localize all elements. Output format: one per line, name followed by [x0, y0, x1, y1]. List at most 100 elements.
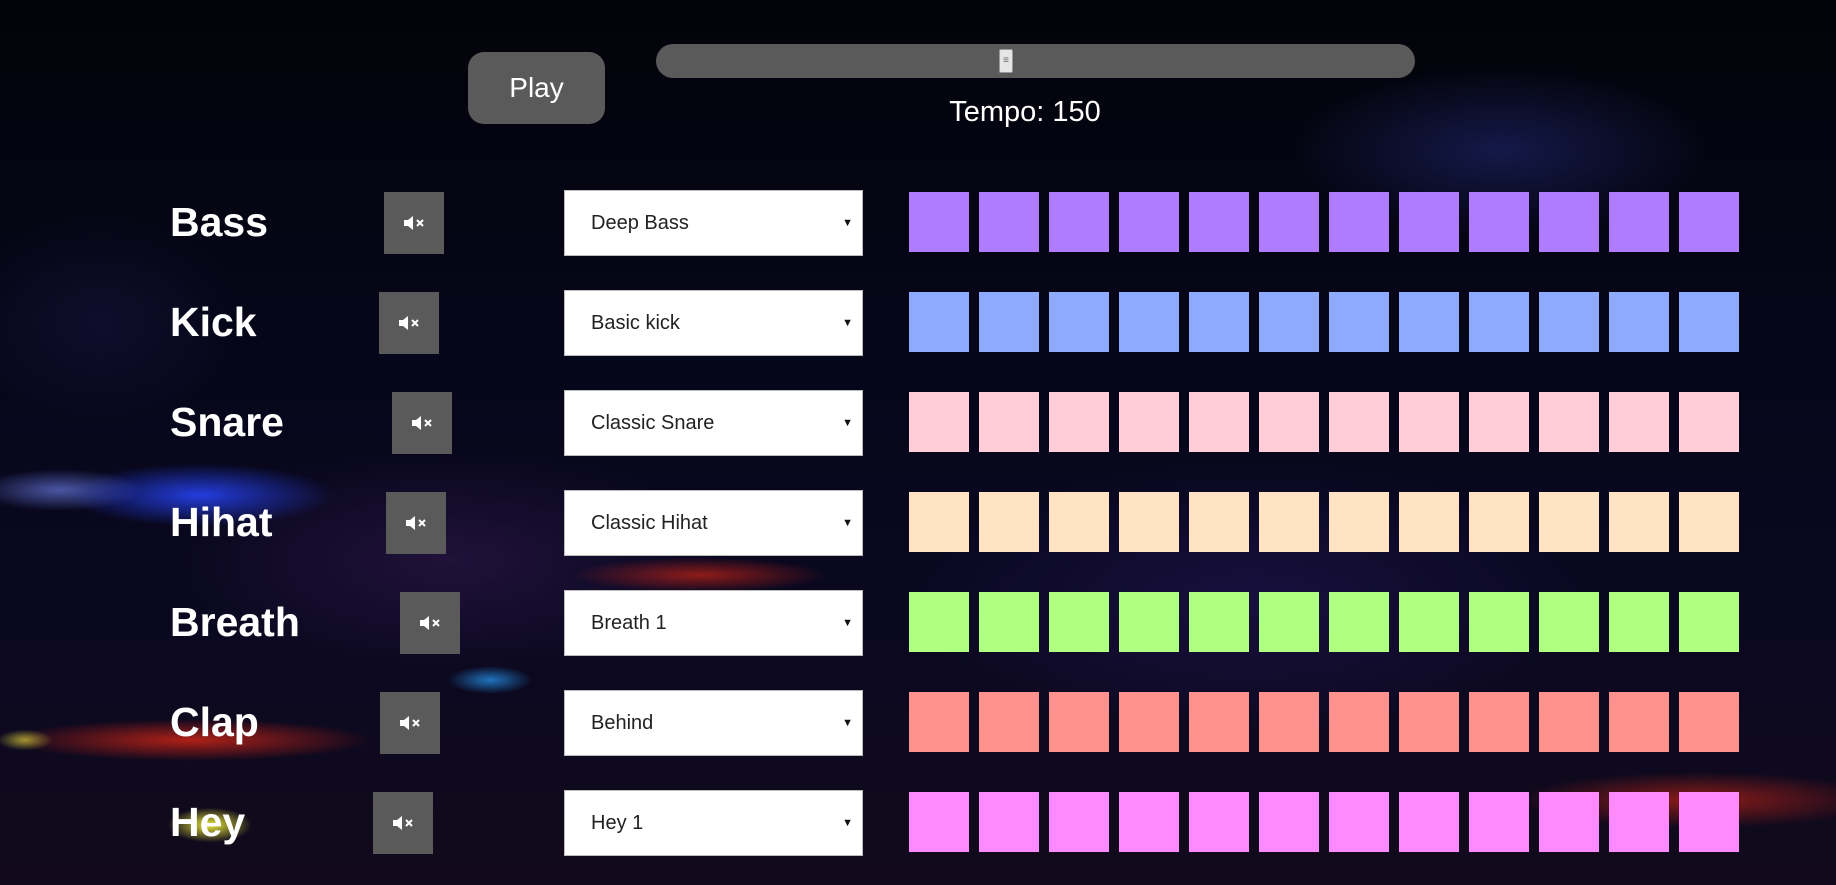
- mute-button-hey[interactable]: [373, 792, 433, 854]
- step-pad[interactable]: [1189, 192, 1249, 252]
- step-pad[interactable]: [1609, 792, 1669, 852]
- step-pad[interactable]: [979, 292, 1039, 352]
- step-pad[interactable]: [1259, 592, 1319, 652]
- step-pad[interactable]: [1329, 592, 1389, 652]
- step-pad[interactable]: [1189, 692, 1249, 752]
- step-pad[interactable]: [1539, 592, 1599, 652]
- step-pad[interactable]: [1679, 792, 1739, 852]
- step-pad[interactable]: [1539, 492, 1599, 552]
- step-pad[interactable]: [1399, 392, 1459, 452]
- step-pad[interactable]: [1259, 292, 1319, 352]
- step-pad[interactable]: [1679, 492, 1739, 552]
- step-pad[interactable]: [1329, 292, 1389, 352]
- step-pad[interactable]: [979, 392, 1039, 452]
- step-pad[interactable]: [909, 492, 969, 552]
- step-pad[interactable]: [1049, 192, 1109, 252]
- step-pad[interactable]: [979, 592, 1039, 652]
- step-pad[interactable]: [1189, 392, 1249, 452]
- step-pad[interactable]: [1539, 792, 1599, 852]
- step-pad[interactable]: [1469, 792, 1529, 852]
- step-pad[interactable]: [1049, 492, 1109, 552]
- sound-select-clap[interactable]: Behind ▼: [564, 690, 863, 756]
- step-pad[interactable]: [1469, 592, 1529, 652]
- step-pad[interactable]: [1469, 492, 1529, 552]
- mute-button-breath[interactable]: [400, 592, 460, 654]
- mute-button-snare[interactable]: [392, 392, 452, 454]
- step-pad[interactable]: [1119, 692, 1179, 752]
- step-pad[interactable]: [1609, 492, 1669, 552]
- mute-button-clap[interactable]: [380, 692, 440, 754]
- step-pad[interactable]: [1329, 492, 1389, 552]
- tempo-slider-thumb[interactable]: ≡: [999, 49, 1013, 73]
- step-pad[interactable]: [1539, 392, 1599, 452]
- step-pad[interactable]: [1119, 492, 1179, 552]
- step-pad[interactable]: [1469, 392, 1529, 452]
- step-pad[interactable]: [1399, 692, 1459, 752]
- sound-select-bass[interactable]: Deep Bass ▼: [564, 190, 863, 256]
- step-pad[interactable]: [1399, 492, 1459, 552]
- step-pad[interactable]: [1609, 392, 1669, 452]
- step-pad[interactable]: [1119, 592, 1179, 652]
- step-pad[interactable]: [909, 192, 969, 252]
- step-pad[interactable]: [1609, 292, 1669, 352]
- step-pad[interactable]: [1609, 592, 1669, 652]
- mute-button-kick[interactable]: [379, 292, 439, 354]
- sound-select-hihat[interactable]: Classic Hihat ▼: [564, 490, 863, 556]
- step-pad[interactable]: [1609, 192, 1669, 252]
- step-pad[interactable]: [1329, 792, 1389, 852]
- step-pad[interactable]: [1679, 592, 1739, 652]
- step-pad[interactable]: [1259, 792, 1319, 852]
- step-pad[interactable]: [1119, 292, 1179, 352]
- step-pad[interactable]: [1469, 292, 1529, 352]
- sound-select-hey[interactable]: Hey 1 ▼: [564, 790, 863, 856]
- step-pad[interactable]: [1049, 292, 1109, 352]
- step-pad[interactable]: [1119, 192, 1179, 252]
- step-pad[interactable]: [1189, 292, 1249, 352]
- step-pad[interactable]: [1049, 692, 1109, 752]
- step-pad[interactable]: [1049, 392, 1109, 452]
- step-pad[interactable]: [1399, 792, 1459, 852]
- step-pad[interactable]: [1679, 392, 1739, 452]
- play-button[interactable]: Play: [468, 52, 605, 124]
- step-pad[interactable]: [1469, 692, 1529, 752]
- step-pad[interactable]: [979, 192, 1039, 252]
- step-pad[interactable]: [979, 692, 1039, 752]
- step-pad[interactable]: [909, 592, 969, 652]
- step-pad[interactable]: [1539, 192, 1599, 252]
- step-pad[interactable]: [1189, 592, 1249, 652]
- step-pad[interactable]: [1469, 192, 1529, 252]
- step-pad[interactable]: [1259, 692, 1319, 752]
- step-pad[interactable]: [1119, 392, 1179, 452]
- step-pad[interactable]: [1399, 292, 1459, 352]
- sound-select-breath[interactable]: Breath 1 ▼: [564, 590, 863, 656]
- mute-button-hihat[interactable]: [386, 492, 446, 554]
- step-pad[interactable]: [1679, 692, 1739, 752]
- step-pad[interactable]: [1259, 392, 1319, 452]
- step-pad[interactable]: [909, 792, 969, 852]
- sound-select-kick[interactable]: Basic kick ▼: [564, 290, 863, 356]
- step-pad[interactable]: [1679, 192, 1739, 252]
- step-pad[interactable]: [1049, 592, 1109, 652]
- step-pad[interactable]: [1679, 292, 1739, 352]
- step-pad[interactable]: [979, 792, 1039, 852]
- step-pad[interactable]: [1539, 292, 1599, 352]
- step-pad[interactable]: [909, 392, 969, 452]
- step-pad[interactable]: [1189, 492, 1249, 552]
- tempo-slider[interactable]: ≡: [656, 44, 1415, 78]
- step-pad[interactable]: [1329, 692, 1389, 752]
- step-pad[interactable]: [1329, 392, 1389, 452]
- mute-button-bass[interactable]: [384, 192, 444, 254]
- step-pad[interactable]: [1329, 192, 1389, 252]
- step-pad[interactable]: [909, 692, 969, 752]
- step-pad[interactable]: [1399, 192, 1459, 252]
- step-pad[interactable]: [1189, 792, 1249, 852]
- step-pad[interactable]: [1119, 792, 1179, 852]
- step-pad[interactable]: [1259, 492, 1319, 552]
- step-pad[interactable]: [1399, 592, 1459, 652]
- step-pad[interactable]: [1259, 192, 1319, 252]
- step-pad[interactable]: [1539, 692, 1599, 752]
- step-pad[interactable]: [1049, 792, 1109, 852]
- step-pad[interactable]: [979, 492, 1039, 552]
- step-pad[interactable]: [909, 292, 969, 352]
- sound-select-snare[interactable]: Classic Snare ▼: [564, 390, 863, 456]
